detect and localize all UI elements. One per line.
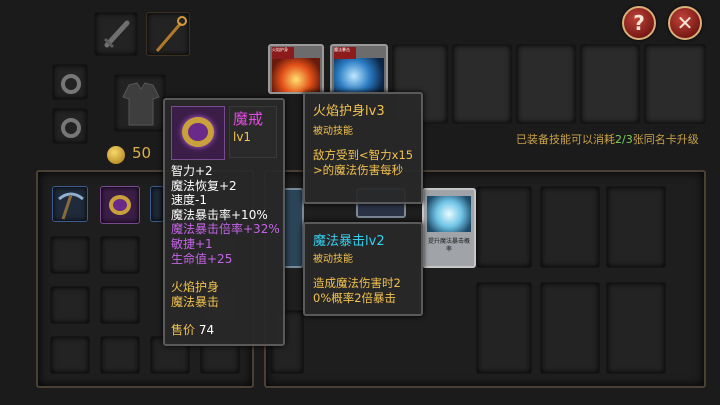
- help-button[interactable]: ?: [622, 6, 656, 40]
- skill-title: 火焰护身lv3: [313, 104, 385, 119]
- card-caption: 提升魔法暴击概率: [427, 238, 470, 253]
- ring-icon: [61, 118, 81, 138]
- close-icon: ✕: [676, 11, 694, 35]
- item-name: 魔戒: [233, 110, 264, 128]
- magic-ring-icon: [109, 195, 131, 215]
- coin-icon: [107, 146, 125, 164]
- skill-slot-4[interactable]: [452, 44, 512, 124]
- magic-ring-icon: [182, 117, 214, 147]
- card-slot[interactable]: [476, 282, 532, 374]
- close-button[interactable]: ✕: [668, 6, 702, 40]
- card-slot[interactable]: [540, 282, 600, 374]
- inventory-slot[interactable]: [50, 336, 90, 374]
- stat-line: 速度-1: [171, 193, 207, 208]
- stat-line: 智力+2: [171, 164, 213, 178]
- stat-line: 魔法恢复+2: [171, 178, 237, 193]
- inventory-slot[interactable]: [52, 186, 88, 222]
- item-name-box: 魔戒 lv1: [229, 106, 277, 158]
- card-slot[interactable]: [606, 282, 666, 374]
- item-skill: 火焰护身: [171, 280, 220, 295]
- equip-slot-weapon[interactable]: [94, 12, 138, 56]
- skill-title: 魔法暴击lv2: [313, 234, 385, 249]
- stat-line-magic: 生命值+25: [171, 251, 233, 266]
- gold-amount: 50: [132, 144, 152, 162]
- lightning-art: [334, 58, 384, 92]
- card-badge: 魔法暴击: [334, 47, 356, 59]
- skill-tooltip-fire-shield: 火焰护身lv3 被动技能 敌方受到<智力x15>的魔法伤害每秒: [303, 92, 423, 204]
- stat-line-magic: 魔法暴击倍率+32%: [171, 222, 280, 237]
- equip-slot-staff[interactable]: [146, 12, 190, 56]
- skill-slot-7[interactable]: [644, 44, 706, 124]
- fire-art: [272, 58, 320, 92]
- card-slot[interactable]: [606, 186, 666, 268]
- skill-tooltip-magic-crit: 魔法暴击lv2 被动技能 造成魔法伤害时20%概率2倍暴击: [303, 222, 423, 316]
- item-level: lv1: [233, 130, 252, 144]
- stat-line-magic: 敏捷+1: [171, 236, 213, 251]
- armor-icon: [122, 82, 160, 126]
- equip-slot-ring-1[interactable]: [52, 64, 88, 100]
- ring-icon: [61, 74, 81, 94]
- skill-slot-6[interactable]: [580, 44, 640, 124]
- inventory-slot[interactable]: [50, 286, 90, 324]
- staff-icon: [155, 16, 187, 52]
- skill-description: 造成魔法伤害时20%概率2倍暴击: [313, 276, 401, 305]
- skill-type: 被动技能: [313, 254, 353, 265]
- card-slot[interactable]: [476, 186, 532, 268]
- card-badge: 火焰护身: [272, 47, 294, 59]
- inventory-slot[interactable]: [50, 236, 90, 274]
- inventory-slot[interactable]: [100, 336, 140, 374]
- item-icon-frame: [171, 106, 225, 160]
- inventory-slot[interactable]: [150, 186, 164, 222]
- skill-card-partial[interactable]: [282, 188, 304, 268]
- skill-type: 被动技能: [313, 126, 353, 137]
- card-slot[interactable]: [540, 186, 600, 268]
- inventory-slot[interactable]: [100, 286, 140, 324]
- skill-description: 敌方受到<智力x15>的魔法伤害每秒: [313, 148, 414, 177]
- equip-slot-ring-2[interactable]: [52, 108, 88, 144]
- skill-slot-5[interactable]: [516, 44, 576, 124]
- inventory-slot[interactable]: [100, 236, 140, 274]
- item-tooltip: 魔戒 lv1 智力+2 魔法恢复+2 速度-1 魔法暴击率+10% 魔法暴击倍率…: [163, 98, 285, 346]
- equip-slot-armor[interactable]: [114, 74, 166, 132]
- pickaxe-icon: [58, 192, 84, 220]
- inventory-slot-magic-ring[interactable]: [100, 186, 140, 224]
- ice-art: [427, 196, 471, 232]
- skill-card-ice[interactable]: 提升魔法暴击概率: [422, 188, 476, 268]
- sword-icon: [103, 20, 130, 49]
- upgrade-hint: 已装备技能可以消耗2/3张同名卡升级: [516, 133, 699, 146]
- skill-card-magic-crit[interactable]: 魔法暴击: [330, 44, 388, 94]
- item-skill: 魔法暴击: [171, 294, 220, 309]
- item-stats: 智力+2 魔法恢复+2 速度-1 魔法暴击率+10% 魔法暴击倍率+32% 敏捷…: [171, 164, 280, 338]
- stat-line: 魔法暴击率+10%: [171, 207, 268, 222]
- item-price: 售价 74: [171, 323, 215, 338]
- skill-card-fire-shield[interactable]: 火焰护身: [268, 44, 324, 94]
